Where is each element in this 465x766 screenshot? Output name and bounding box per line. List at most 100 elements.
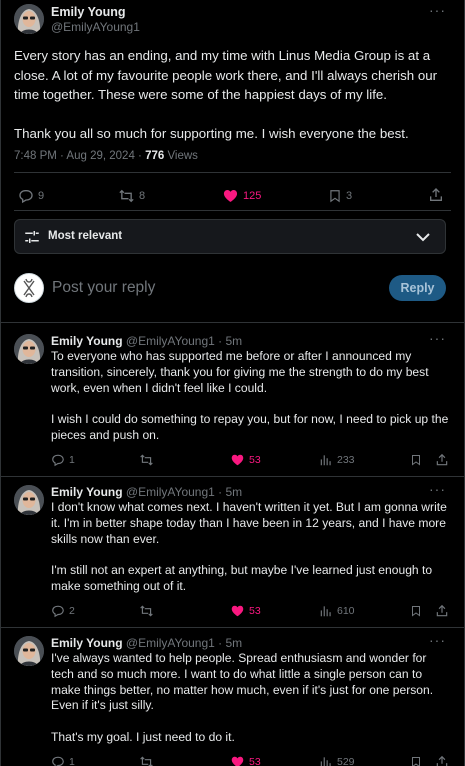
sort-label: Most relevant [48, 230, 123, 242]
views-count: 610 [337, 605, 355, 617]
reply-text: I don't know what comes next. I haven't … [51, 500, 449, 595]
post-paragraph: Every story has an ending, and my time w… [14, 48, 438, 102]
reply-icon [52, 756, 64, 766]
reply-action[interactable]: 9 [18, 188, 44, 204]
reply-icon [52, 454, 64, 467]
reply-paragraph: I don't know what comes next. I haven't … [51, 500, 447, 546]
author-handle[interactable]: @EmilyAYoung1 [51, 20, 140, 34]
reply-paragraph: To everyone who has supported me before … [51, 349, 429, 395]
post-thread: Emily Young @EmilyAYoung1 ··· Every stor… [0, 0, 465, 766]
reply-action[interactable]: 2 [51, 604, 75, 618]
repost-count: 8 [139, 190, 146, 202]
author-handle[interactable]: @EmilyAYoung1 · 5m [126, 636, 242, 650]
like-action[interactable]: 53 [230, 453, 261, 467]
avatar[interactable] [14, 4, 44, 34]
repost-icon [140, 756, 153, 766]
reply-paragraph: I've always wanted to help people. Sprea… [51, 651, 434, 713]
heart-filled-icon [231, 454, 244, 466]
reply-actions: 1 53 233 [1, 453, 464, 469]
bookmark-action[interactable] [410, 755, 422, 766]
avatar[interactable] [14, 485, 44, 515]
repost-action[interactable]: 8 [118, 188, 145, 204]
current-user-avatar[interactable] [14, 273, 44, 303]
author-handle[interactable]: @EmilyAYoung1 · 5m [126, 485, 242, 499]
reply-count: 9 [38, 190, 45, 202]
bookmark-action[interactable]: 3 [328, 188, 352, 204]
author-name[interactable]: Emily Young [51, 5, 126, 19]
like-count: 53 [249, 454, 261, 466]
reply-header: Emily Young @EmilyAYoung1 · 5m [51, 636, 242, 650]
heart-filled-icon [223, 190, 238, 202]
views-label: Views [164, 150, 198, 162]
post-paragraph: Thank you all so much for supporting me.… [14, 126, 409, 141]
reply-icon [52, 605, 64, 618]
author-name[interactable]: Emily Young [51, 636, 123, 650]
like-action[interactable]: 53 [230, 755, 261, 766]
divider [1, 322, 464, 323]
author-handle[interactable]: @EmilyAYoung1 · 5m [126, 334, 242, 348]
like-count: 125 [243, 190, 262, 202]
views-action[interactable]: 610 [319, 604, 355, 618]
reply-header: Emily Young @EmilyAYoung1 · 5m [51, 334, 242, 348]
repost-action[interactable] [139, 604, 154, 618]
share-action[interactable] [435, 453, 449, 467]
analytics-icon [320, 606, 331, 617]
reply-action[interactable]: 1 [51, 453, 75, 467]
like-count: 53 [249, 605, 261, 617]
heart-filled-icon [231, 756, 244, 766]
reply-actions: 1 53 529 [1, 755, 464, 766]
reply-paragraph: I wish I could do something to repay you… [51, 412, 449, 442]
divider [14, 210, 451, 211]
reply-icon [19, 190, 33, 204]
bookmark-icon [412, 455, 420, 466]
views-action[interactable]: 529 [319, 755, 355, 766]
ellipsis-icon[interactable]: ··· [429, 330, 446, 346]
author-name[interactable]: Emily Young [51, 334, 123, 348]
reply-header: Emily Young @EmilyAYoung1 · 5m [51, 485, 242, 499]
heart-filled-icon [231, 605, 244, 617]
reply-paragraph: I'm still not an expert at anything, but… [51, 563, 433, 593]
bookmark-icon [330, 190, 340, 203]
like-action[interactable]: 125 [222, 188, 261, 204]
share-action[interactable] [435, 755, 449, 766]
reply-text: To everyone who has supported me before … [51, 349, 449, 444]
share-icon [436, 604, 448, 617]
avatar[interactable] [14, 636, 44, 666]
reply-button[interactable]: Reply [389, 275, 446, 301]
views-action[interactable]: 233 [319, 453, 355, 467]
sliders-icon [25, 231, 39, 243]
divider [14, 172, 451, 173]
ellipsis-icon[interactable]: ··· [429, 2, 446, 18]
views-count: 776 [145, 150, 165, 162]
reply-text: I've always wanted to help people. Sprea… [51, 651, 449, 746]
bookmark-icon [412, 757, 420, 766]
post-timestamp[interactable]: 7:48 PM · Aug 29, 2024 · [14, 150, 145, 162]
bookmark-action[interactable] [410, 604, 422, 618]
ellipsis-icon[interactable]: ··· [429, 632, 446, 648]
reply-count: 1 [69, 454, 75, 466]
reply-count: 1 [69, 756, 75, 766]
like-action[interactable]: 53 [230, 604, 261, 618]
analytics-icon [320, 757, 331, 766]
views-count: 529 [337, 756, 355, 766]
analytics-icon [320, 455, 331, 466]
share-icon [430, 188, 442, 201]
sort-replies-dropdown[interactable]: Most relevant [14, 219, 446, 254]
bookmark-count: 3 [346, 190, 353, 202]
bookmark-action[interactable] [410, 453, 422, 467]
share-action[interactable] [435, 604, 449, 618]
reply-actions: 2 53 610 [1, 604, 464, 620]
repost-action[interactable] [139, 755, 154, 766]
repost-action[interactable] [139, 453, 154, 467]
share-action[interactable] [428, 187, 444, 203]
repost-icon [140, 605, 153, 617]
divider [1, 476, 464, 477]
author-name[interactable]: Emily Young [51, 485, 123, 499]
reply-action[interactable]: 1 [51, 755, 75, 766]
post-text: Every story has an ending, and my time w… [14, 46, 454, 144]
views-count: 233 [337, 454, 355, 466]
bookmark-icon [412, 606, 420, 617]
reply-input[interactable]: Post your reply [52, 279, 155, 297]
ellipsis-icon[interactable]: ··· [429, 481, 446, 497]
avatar[interactable] [14, 334, 44, 364]
